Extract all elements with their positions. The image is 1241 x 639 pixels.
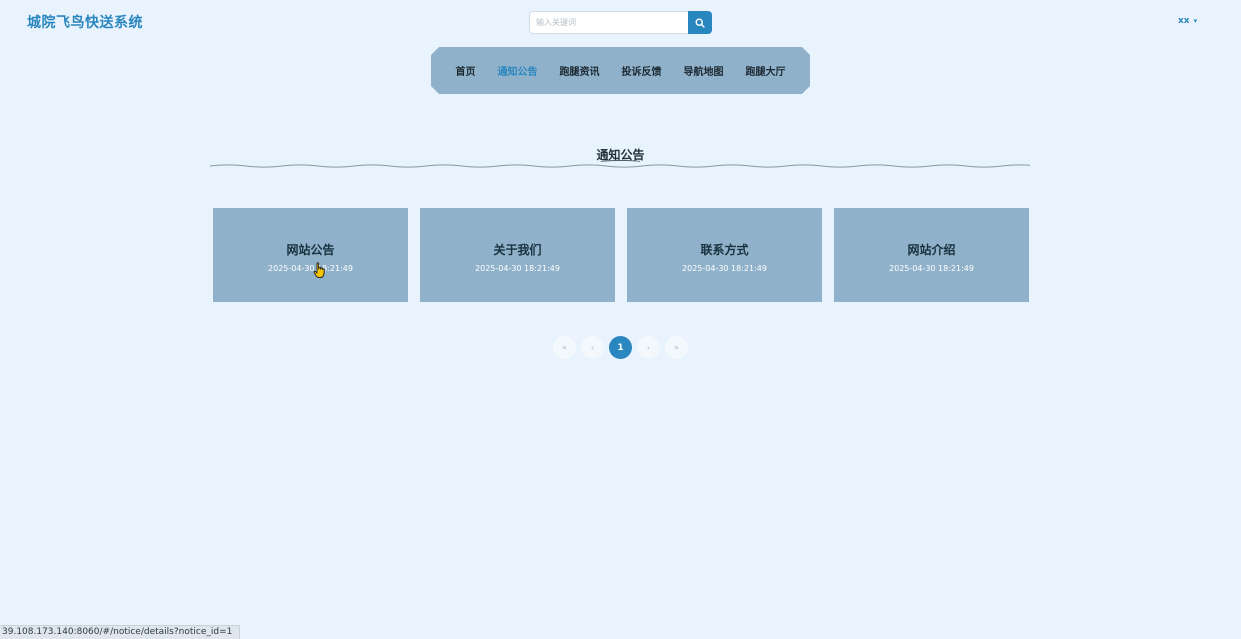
- notice-card[interactable]: 关于我们 2025-04-30 18:21:49: [420, 208, 615, 302]
- nav-item-notices[interactable]: 通知公告: [498, 63, 538, 78]
- notice-title: 网站公告: [286, 243, 335, 257]
- notice-date: 2025-04-30 18:21:49: [889, 264, 974, 273]
- last-page-button[interactable]: »: [665, 336, 688, 359]
- notice-title: 网站介绍: [907, 243, 956, 257]
- wave-divider: [210, 164, 1030, 168]
- next-page-button[interactable]: ›: [637, 336, 660, 359]
- status-bar-url: 39.108.173.140:8060/#/notice/details?not…: [0, 625, 241, 639]
- hand-cursor-icon: [313, 262, 325, 278]
- notice-title: 关于我们: [493, 243, 542, 257]
- app-title[interactable]: 城院飞鸟快送系统: [27, 12, 143, 32]
- search-icon: [695, 17, 705, 28]
- search-button[interactable]: [688, 11, 712, 34]
- notice-date: 2025-04-30 18:21:49: [268, 264, 353, 273]
- search-bar: [529, 11, 712, 34]
- nav-item-map[interactable]: 导航地图: [684, 63, 724, 78]
- chevron-down-icon: ▾: [1193, 17, 1198, 25]
- pagination: « ‹ 1 › »: [553, 336, 688, 359]
- nav-item-errand-hall[interactable]: 跑腿大厅: [746, 63, 786, 78]
- user-name: xx: [1178, 16, 1190, 26]
- search-input[interactable]: [529, 11, 688, 34]
- nav-item-news[interactable]: 跑腿资讯: [560, 63, 600, 78]
- page-button-current[interactable]: 1: [609, 336, 632, 359]
- notice-list: 网站公告 2025-04-30 18:21:49 关于我们 2025-04-30…: [213, 208, 1029, 302]
- nav-item-home[interactable]: 首页: [456, 63, 476, 78]
- nav-item-feedback[interactable]: 投诉反馈: [622, 63, 662, 78]
- notice-title: 联系方式: [700, 243, 749, 257]
- notice-date: 2025-04-30 18:21:49: [682, 264, 767, 273]
- notice-date: 2025-04-30 18:21:49: [475, 264, 560, 273]
- prev-page-button[interactable]: ‹: [581, 336, 604, 359]
- main-nav: 首页 通知公告 跑腿资讯 投诉反馈 导航地图 跑腿大厅: [431, 47, 810, 94]
- notice-card[interactable]: 网站公告 2025-04-30 18:21:49: [213, 208, 408, 302]
- user-menu[interactable]: xx ▾: [1178, 16, 1197, 26]
- first-page-button[interactable]: «: [553, 336, 576, 359]
- notice-card[interactable]: 联系方式 2025-04-30 18:21:49: [627, 208, 822, 302]
- notice-card[interactable]: 网站介绍 2025-04-30 18:21:49: [834, 208, 1029, 302]
